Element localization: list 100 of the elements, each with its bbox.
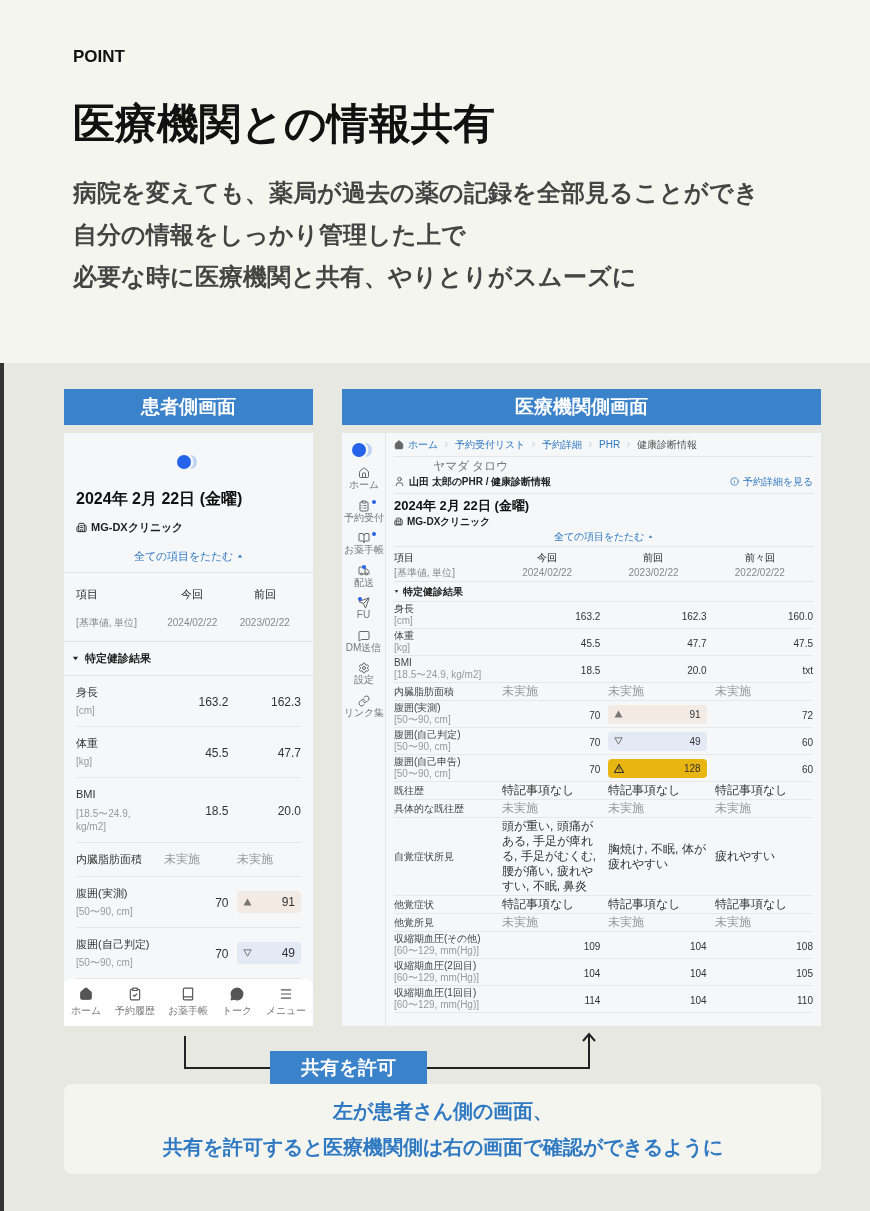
menu-icon — [279, 987, 294, 1001]
value-text: 未実施 — [608, 915, 645, 930]
row-range: [60〜129, mm(Hg)] — [394, 945, 481, 958]
value-text: 104 — [583, 968, 601, 980]
value-text: 114 — [584, 995, 601, 1007]
value-text: 特記事項なし — [502, 897, 574, 912]
row-label: 既往歴 — [394, 784, 425, 797]
breadcrumb-link[interactable]: ホーム — [408, 437, 438, 452]
nav-tab[interactable]: トーク — [222, 987, 253, 1018]
row-range: [kg] — [394, 642, 412, 655]
value-text: 未実施 — [714, 801, 751, 816]
intro-text: 病院を変えても、薬局が過去の薬の記録を全部見ることができ — [73, 177, 760, 208]
row-label: 身長 — [76, 684, 99, 700]
building-icon — [76, 521, 87, 533]
nav-tab[interactable]: 予約履歴 — [114, 987, 155, 1018]
row-label: 自覚症状所見 — [394, 850, 455, 863]
link-icon — [357, 694, 370, 707]
sidebar-item[interactable]: FU — [356, 597, 371, 622]
value-text: 60 — [801, 764, 813, 776]
eyebrow-label: POINT — [73, 46, 126, 68]
collapse-link[interactable]: 全ての項目をたたむ — [554, 529, 653, 545]
value-text: 104 — [689, 941, 707, 953]
breadcrumb-link[interactable]: 健康診断情報 — [637, 437, 698, 452]
value-text: 頭が重い, 頭痛がある, 手足が痺れる, 手足がむくむ,腰が痛い, 疲れやすい, 不眠, 鼻炎 — [502, 819, 596, 894]
value-text: 特記事項なし — [502, 783, 574, 798]
name-reading: ヤマダ タロウ — [432, 459, 510, 474]
section-heading: 患者側画面 — [64, 389, 313, 425]
row-label: 体重 — [76, 735, 99, 751]
value-text: 未実施 — [714, 684, 751, 699]
row-label: 内臓脂肪面積 — [76, 852, 143, 867]
value-text: 108 — [796, 941, 813, 953]
flagged-value: 49 — [236, 941, 301, 964]
clinic-name: MG-DXクリニック — [407, 515, 491, 530]
column-subheader: 2023/02/22 — [239, 617, 290, 628]
row-range: [18.5〜24.9, kg/m2] — [394, 669, 483, 682]
date-heading: 2024年 2月 22日 (金曜) — [394, 498, 531, 515]
value-text: 104 — [689, 995, 707, 1007]
chat-icon — [230, 987, 245, 1001]
sidebar-item[interactable]: 配送 — [353, 564, 374, 589]
clipboard-icon — [357, 499, 370, 512]
person-icon — [394, 476, 405, 487]
breadcrumb-link[interactable]: 予約受付リスト — [455, 437, 525, 452]
book-icon — [357, 532, 370, 544]
row-label: 腹囲(自己判定) — [394, 729, 462, 742]
value-text: 70 — [215, 895, 229, 910]
triangle-down-icon — [614, 737, 624, 746]
value-text: 163.2 — [575, 611, 601, 623]
row-label: BMI — [76, 787, 97, 802]
value-text: 特記事項なし — [608, 783, 681, 798]
sidebar-item[interactable]: 予約受付 — [343, 499, 384, 524]
row-label: 具体的な既往歴 — [394, 802, 465, 815]
sidebar-item[interactable]: リンク集 — [343, 694, 384, 719]
value-text: 特記事項なし — [714, 897, 787, 912]
breadcrumb-link[interactable]: PHR — [599, 437, 621, 452]
caret-up-icon — [648, 534, 653, 540]
clinic-name: MG-DXクリニック — [91, 520, 183, 535]
value-text: 特記事項なし — [714, 783, 787, 798]
nav-tab[interactable]: お薬手帳 — [168, 987, 209, 1018]
column-subheader: [基準値, 単位] — [394, 567, 456, 579]
column-subheader: 2024/02/22 — [522, 567, 573, 579]
row-label: 他覚所見 — [394, 916, 435, 929]
row-range: [cm] — [394, 615, 414, 628]
sidebar-item[interactable]: お薬手帳 — [343, 532, 384, 557]
value-text: 162.3 — [681, 611, 707, 623]
value-text: 未実施 — [608, 801, 645, 816]
value-text: 20.0 — [277, 804, 301, 818]
column-header: 項目 — [76, 588, 98, 600]
sidebar-item[interactable]: ホーム — [348, 467, 379, 492]
row-range: [18.5〜24.9, kg/m2] — [76, 806, 132, 834]
row-range: [50〜90, cm] — [76, 956, 134, 970]
page-title: 医療機関との情報共有 — [73, 98, 496, 149]
info-icon — [730, 477, 739, 486]
nav-tab[interactable]: メニュー — [266, 987, 307, 1018]
value-text: 18.5 — [580, 665, 601, 677]
value-text: 109 — [583, 941, 601, 953]
collapse-link[interactable]: 全ての項目をたたむ — [134, 547, 243, 564]
sidebar-item[interactable]: DM送信 — [345, 629, 382, 654]
value-text: 70 — [589, 764, 601, 776]
details-link[interactable]: 予約詳細を見る — [730, 474, 813, 489]
sidebar-item[interactable]: 設定 — [353, 662, 374, 687]
date-heading: 2024年 2月 22日 (金曜) — [76, 489, 244, 509]
value-text: 未実施 — [714, 915, 751, 930]
value-text: 胸焼け, 不眠, 体が疲れやすい — [608, 841, 706, 871]
home-icon — [394, 439, 404, 450]
truck-icon — [357, 564, 370, 577]
row-label: 収縮期血圧(1回目) — [394, 987, 478, 1000]
caret-up-icon — [237, 552, 243, 559]
flagged-value: 91 — [608, 704, 707, 724]
nav-tab[interactable]: ホーム — [70, 987, 101, 1018]
triangle-up-icon — [614, 710, 624, 719]
column-header: 今回 — [537, 552, 558, 564]
value-text: 18.5 — [205, 804, 229, 818]
row-range: [50〜90, cm] — [394, 714, 452, 727]
value-text: 未実施 — [608, 684, 645, 699]
value-text: 未実施 — [502, 684, 538, 699]
breadcrumb-link[interactable]: 予約詳細 — [542, 437, 582, 452]
row-label: 腹囲(実測) — [76, 885, 129, 901]
row-label: 収縮期血圧(その他) — [394, 933, 482, 946]
row-range: [50〜90, cm] — [394, 768, 452, 781]
value-text: 163.2 — [198, 694, 229, 709]
